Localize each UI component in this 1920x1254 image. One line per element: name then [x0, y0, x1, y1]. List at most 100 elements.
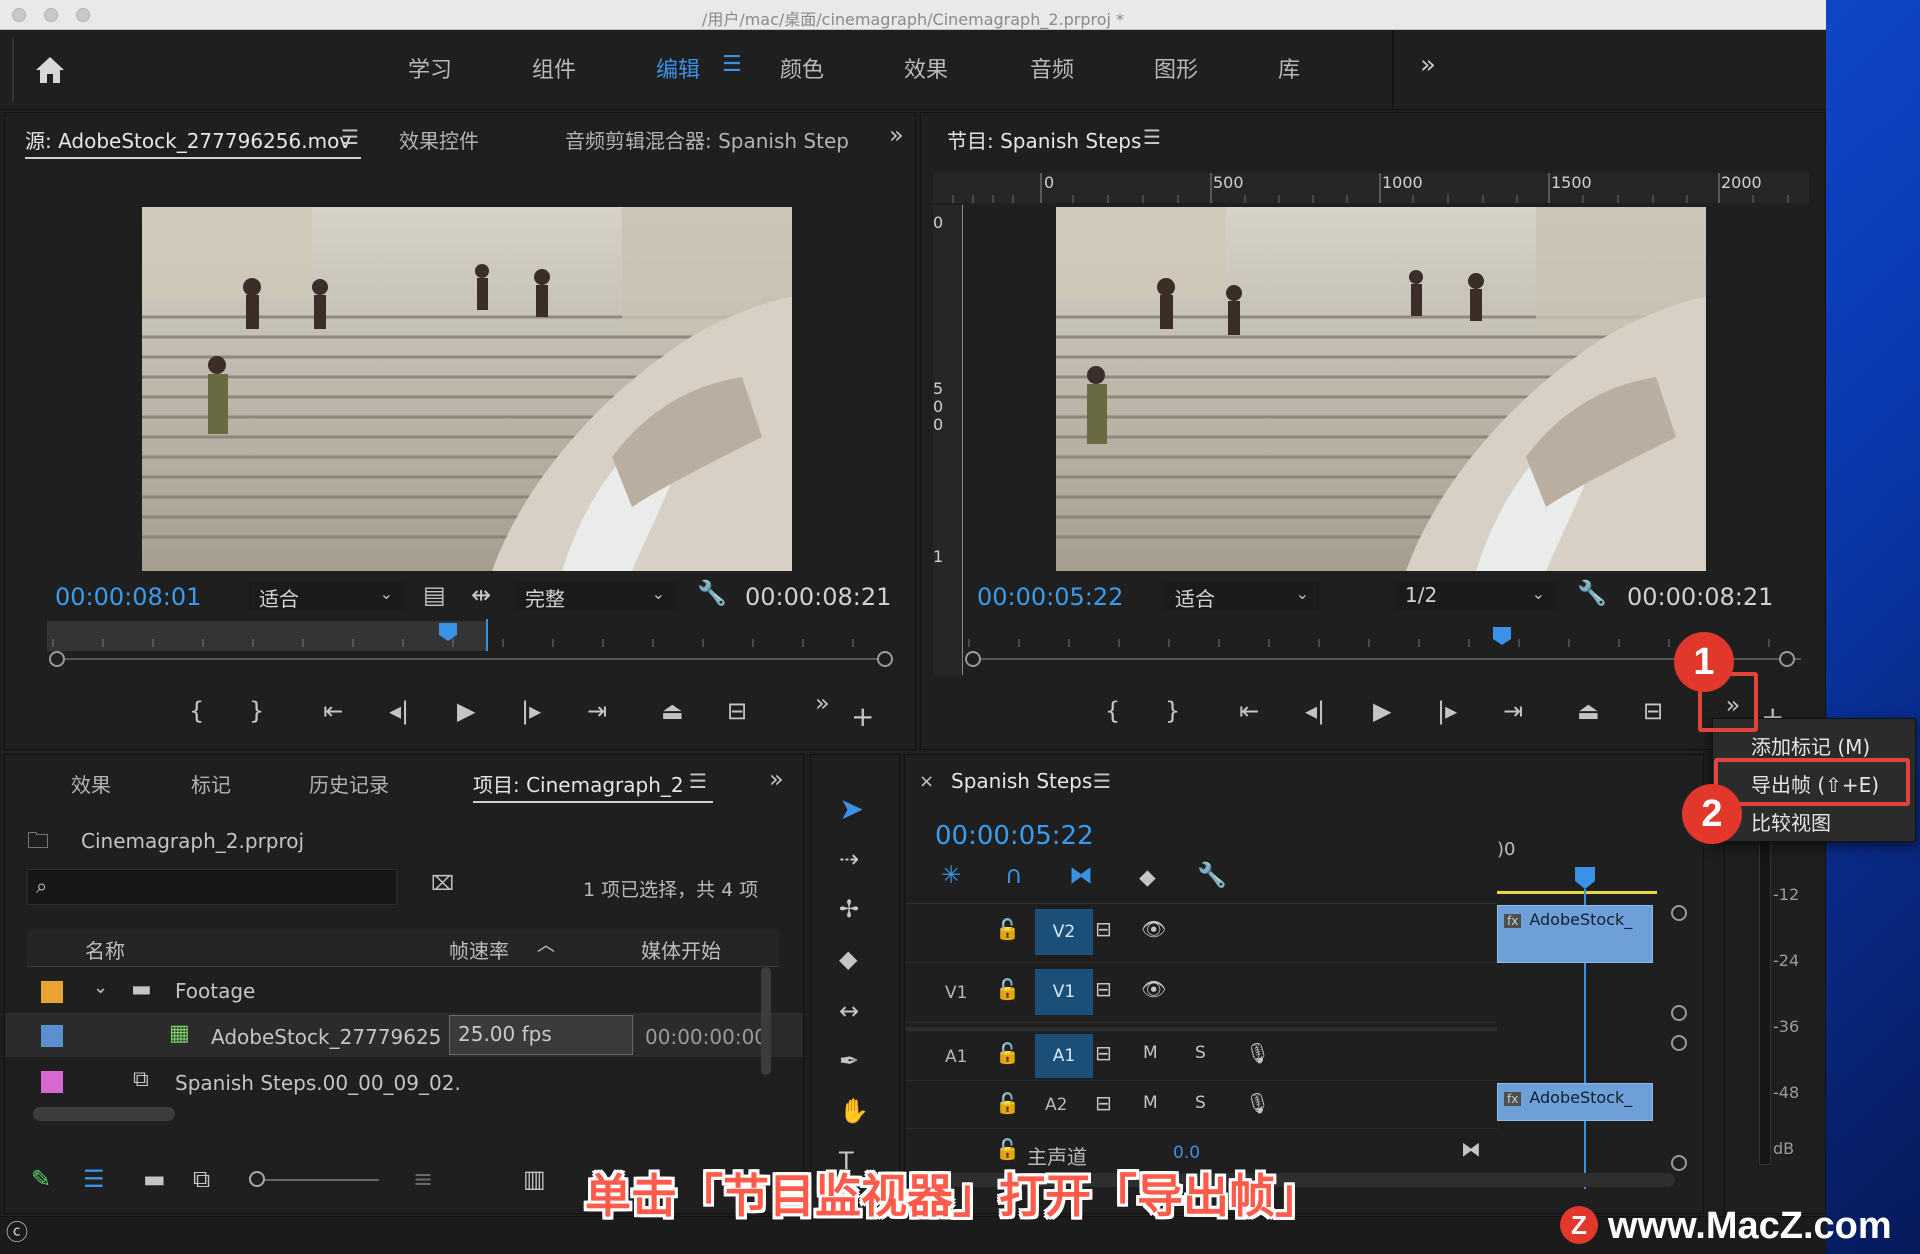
play-icon[interactable]: ▶ [457, 699, 475, 723]
freeform-view-icon[interactable]: ⧉ [193, 1167, 210, 1191]
snap-icon[interactable]: ∩ [1005, 863, 1023, 887]
workspace-graphics[interactable]: 图形 [1154, 52, 1198, 84]
track-target-v2[interactable]: V2 [1035, 909, 1093, 955]
lock-icon[interactable]: 🔓 [995, 1093, 1020, 1113]
eye-icon[interactable]: 👁 [1141, 979, 1166, 999]
track-select-tool-icon[interactable]: ⇢ [839, 847, 859, 871]
list-item[interactable]: ⧉ Spanish Steps.00_00_09_02. [5, 1059, 803, 1101]
zoom-slider-handle[interactable] [249, 1171, 265, 1187]
project-panel-menu-icon[interactable]: ☰ [689, 771, 707, 791]
overwrite-icon[interactable]: ⊟ [727, 699, 747, 723]
lift-icon[interactable]: ⏏ [1577, 699, 1600, 723]
label-color-swatch[interactable] [41, 981, 63, 1003]
more-tabs-icon[interactable]: » [769, 767, 784, 791]
sync-lock-icon[interactable]: ⊟ [1095, 979, 1112, 999]
program-panel-menu-icon[interactable]: ☰ [1143, 127, 1161, 147]
go-to-in-icon[interactable]: ⇤ [1239, 699, 1259, 723]
pencil-icon[interactable]: ✎ [31, 1167, 51, 1191]
drag-video-audio-icon[interactable]: ⇹ [471, 583, 491, 607]
film-strip-icon[interactable]: ▤ [423, 583, 446, 607]
audio-clip[interactable]: fx AdobeStock_ [1497, 1083, 1653, 1121]
column-name[interactable]: 名称 [85, 935, 125, 964]
pen-tool-icon[interactable]: ✒ [839, 1049, 859, 1073]
tab-effect-controls[interactable]: 效果控件 [399, 125, 479, 154]
mark-out-icon[interactable]: } [1165, 699, 1180, 723]
solo-icon[interactable]: S [1195, 1095, 1206, 1112]
track-target-v1[interactable]: V1 [1035, 969, 1093, 1015]
add-marker-icon[interactable]: ⬥ [1139, 865, 1156, 889]
nest-icon[interactable]: ✳ [941, 863, 961, 887]
horizontal-scrollbar[interactable] [33, 1107, 175, 1121]
menu-item-comparison-view[interactable]: 比较视图 [1713, 801, 1915, 837]
find-bin-icon[interactable]: ⌧ [431, 873, 454, 893]
go-to-out-icon[interactable]: ⇥ [1503, 699, 1523, 723]
go-to-out-icon[interactable]: ⇥ [587, 699, 607, 723]
source-quality-select[interactable]: 完整 ⌄ [515, 581, 675, 611]
program-fit-select[interactable]: 适合 ⌄ [1165, 581, 1319, 611]
wrench-settings-icon[interactable]: 🔧 [1577, 581, 1607, 605]
step-back-icon[interactable]: ◂| [389, 699, 409, 723]
go-to-end-icon[interactable]: ⧓ [1461, 1139, 1481, 1159]
automate-to-sequence-icon[interactable]: ▥ [523, 1167, 546, 1191]
timeline-vertical-scroll[interactable] [1671, 905, 1687, 1175]
hand-tool-icon[interactable]: ✋ [839, 1099, 869, 1123]
solo-icon[interactable]: S [1195, 1045, 1206, 1062]
timeline-timecode[interactable]: 00:00:05:22 [935, 821, 1094, 851]
close-icon[interactable]: × [919, 773, 934, 791]
step-forward-icon[interactable]: |▸ [521, 699, 541, 723]
list-view-icon[interactable]: ☰ [83, 1167, 105, 1191]
lock-icon[interactable]: 🔓 [995, 979, 1020, 999]
sync-lock-icon[interactable]: ⊟ [1095, 1043, 1112, 1063]
lock-icon[interactable]: 🔓 [995, 919, 1020, 939]
sort-icons-icon[interactable]: ≡ [413, 1167, 433, 1191]
tab-source[interactable]: 源: AdobeStock_277796256.mov [25, 125, 351, 154]
track-target-a2[interactable]: A2 [1045, 1095, 1067, 1115]
more-buttons-icon[interactable]: » [815, 691, 830, 715]
lock-icon[interactable]: 🔓 [995, 1139, 1020, 1159]
timeline-menu-icon[interactable]: ☰ [1093, 771, 1111, 791]
source-current-timecode[interactable]: 00:00:08:01 [55, 583, 201, 611]
razor-tool-icon[interactable]: ◆ [839, 947, 857, 971]
slip-tool-icon[interactable]: ↔ [839, 999, 859, 1023]
selection-tool-icon[interactable]: ➤ [839, 795, 864, 825]
tab-audio-clip-mixer[interactable]: 音频剪辑混合器: Spanish Step [565, 125, 851, 154]
source-time-ruler[interactable] [43, 619, 893, 669]
chevron-down-icon[interactable]: ⌄ [93, 979, 108, 997]
go-to-in-icon[interactable]: ⇤ [323, 699, 343, 723]
source-fit-select[interactable]: 适合 ⌄ [249, 581, 403, 611]
workspace-learn[interactable]: 学习 [408, 52, 452, 84]
more-workspaces-icon[interactable]: » [1420, 52, 1436, 78]
workspace-assembly[interactable]: 组件 [532, 52, 576, 84]
tab-effects[interactable]: 效果 [71, 769, 111, 798]
microphone-icon[interactable]: 🎙 [1245, 1043, 1270, 1063]
program-resolution-select[interactable]: 1/2 ⌄ [1395, 581, 1555, 611]
extract-icon[interactable]: ⊟ [1643, 699, 1663, 723]
mute-icon[interactable]: M [1143, 1095, 1158, 1112]
sync-lock-icon[interactable]: ⊟ [1095, 1093, 1112, 1113]
tab-program[interactable]: 节目: Spanish Steps [947, 125, 1141, 154]
sync-lock-icon[interactable]: ⊟ [1095, 919, 1112, 939]
track-target-a1[interactable]: A1 [1035, 1034, 1093, 1078]
column-media-start[interactable]: 媒体开始 [641, 935, 721, 964]
lock-icon[interactable]: 🔓 [995, 1043, 1020, 1063]
list-item[interactable]: ▦ AdobeStock_277796256.i 25.00 fps 00:00… [5, 1013, 803, 1057]
workspace-libraries[interactable]: 库 [1278, 52, 1300, 84]
workspace-audio[interactable]: 音频 [1030, 52, 1074, 84]
mark-in-icon[interactable]: { [1105, 699, 1120, 723]
add-button-icon[interactable]: + [851, 703, 874, 731]
project-search-input[interactable]: ⌕ [27, 869, 397, 905]
eye-icon[interactable]: 👁 [1141, 919, 1166, 939]
playhead-icon[interactable] [1573, 865, 1597, 891]
ripple-edit-tool-icon[interactable]: ✢ [839, 897, 859, 921]
work-area-bar[interactable] [1497, 891, 1657, 894]
step-forward-icon[interactable]: |▸ [1437, 699, 1457, 723]
list-item[interactable]: ⌄ ▬ Footage [5, 969, 803, 1011]
vertical-scrollbar[interactable] [761, 967, 771, 1075]
icon-view-icon[interactable]: ▬ [143, 1167, 166, 1191]
label-color-swatch[interactable] [41, 1025, 63, 1047]
insert-icon[interactable]: ⏏ [661, 699, 684, 723]
home-icon[interactable] [30, 50, 70, 90]
column-frame-rate[interactable]: 帧速率 [449, 935, 509, 964]
more-tabs-icon[interactable]: » [889, 123, 904, 147]
tab-history[interactable]: 历史记录 [309, 769, 389, 798]
